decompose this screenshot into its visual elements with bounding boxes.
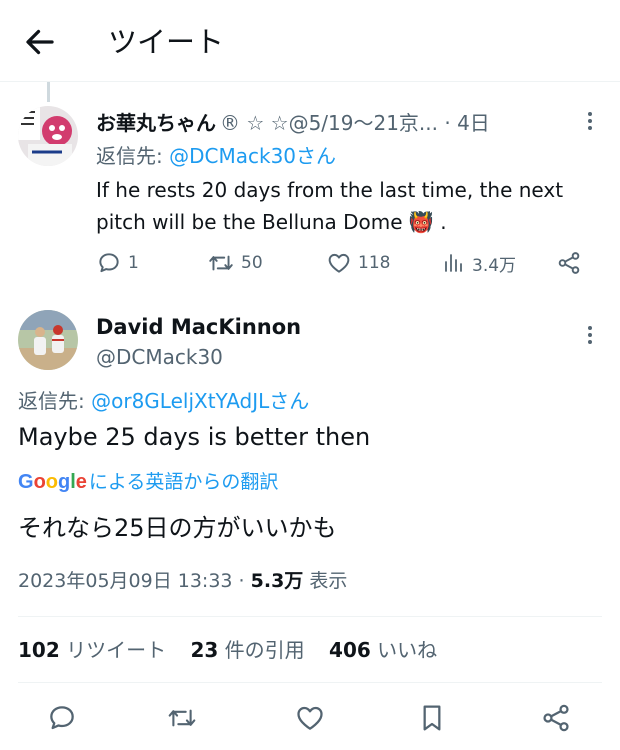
reply-to-mention[interactable]: @DCMack30さん (169, 144, 336, 168)
thread-connector-line (47, 82, 50, 102)
share-action[interactable] (556, 250, 582, 276)
like-icon (326, 250, 352, 276)
retweet-count: 50 (241, 253, 263, 273)
main-author-handle[interactable]: @DCMack30 (96, 342, 223, 372)
views-count: 3.4万 (472, 255, 517, 276)
retweets-label: リツイート (59, 638, 167, 662)
reply-author-header: お華丸ちゃん ® ☆ ☆@5/19〜21京... · 4日 (96, 104, 566, 138)
views-total: 5.3万 (250, 570, 304, 592)
quotes-total: 23 (190, 638, 219, 662)
retweet-action[interactable]: 50 (207, 250, 263, 276)
top-bar (0, 0, 620, 82)
main-author-avatar[interactable] (18, 310, 78, 370)
likes-stat[interactable]: 406 いいね (329, 638, 437, 662)
retweets-stat[interactable]: 102 リツイート (18, 638, 166, 662)
reply-icon (96, 250, 122, 276)
main-tweet-text: Maybe 25 days is better then (18, 423, 371, 451)
back-arrow-icon[interactable] (22, 24, 58, 60)
tweet-timestamp[interactable]: 2023年05月09日 13:33 · 5.3万 表示 (18, 566, 347, 596)
like-action[interactable]: 118 (326, 250, 390, 276)
more-vertical-icon[interactable] (584, 110, 596, 132)
reply-tweet-text: If he rests 20 days from the last time, … (96, 178, 564, 234)
likes-total: 406 (329, 638, 371, 662)
reply-to-line: 返信先: @or8GLeljXtYAdJLさん (18, 386, 309, 416)
reply-author-avatar[interactable] (18, 106, 78, 166)
divider (18, 616, 602, 617)
reply-count: 1 (128, 253, 139, 273)
bookmark-icon[interactable] (416, 702, 448, 734)
quotes-stat[interactable]: 23 件の引用 (190, 638, 304, 662)
likes-label: いいね (370, 638, 438, 662)
retweet-icon[interactable] (166, 702, 198, 734)
views-action[interactable]: 3.4万 (442, 250, 516, 276)
reply-icon[interactable] (46, 702, 78, 734)
retweet-icon (207, 250, 235, 276)
page-title: ツイート (108, 25, 225, 59)
like-count: 118 (358, 253, 391, 273)
google-logo: Google (18, 471, 87, 493)
reply-to-mention[interactable]: @or8GLeljXtYAdJLさん (91, 389, 309, 413)
share-icon[interactable] (540, 702, 572, 734)
like-icon[interactable] (294, 702, 326, 734)
reply-to-prefix: 返信先: (18, 389, 92, 413)
views-label: 表示 (303, 570, 348, 592)
engagement-stats: 102 リツイート 23 件の引用 406 いいね (18, 635, 437, 665)
translated-text: それなら25日の方がいいかも (18, 514, 337, 542)
more-vertical-icon[interactable] (584, 324, 596, 346)
translation-label[interactable]: による英語からの翻訳 (89, 468, 278, 496)
reply-action[interactable]: 1 (96, 250, 139, 276)
timestamp-text[interactable]: 2023年05月09日 13:33 · (18, 570, 251, 592)
reply-to-prefix: 返信先: (96, 144, 170, 168)
quotes-label: 件の引用 (218, 638, 305, 662)
retweets-total: 102 (18, 638, 60, 662)
share-icon (556, 250, 582, 276)
reply-author-meta: ® ☆ ☆@5/19〜21京... · 4日 (220, 110, 490, 135)
views-icon (442, 250, 466, 276)
main-author-name[interactable]: David MacKinnon (96, 312, 301, 342)
divider (18, 682, 602, 683)
reply-to-line: 返信先: @DCMack30さん (96, 141, 336, 171)
translation-attribution[interactable]: Google による英語からの翻訳 (18, 468, 278, 496)
reply-author-name[interactable]: お華丸ちゃん (96, 107, 216, 136)
